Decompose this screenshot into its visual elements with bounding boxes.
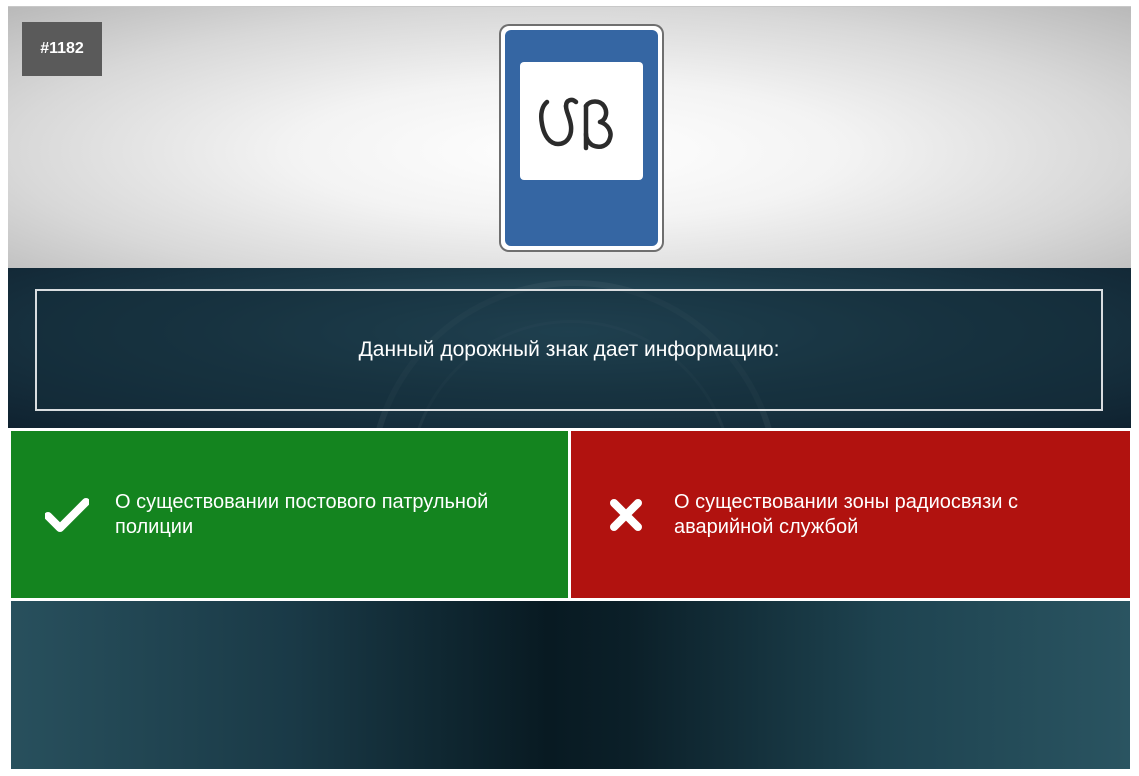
cross-icon [601, 490, 651, 540]
road-sign-blue-field [505, 30, 658, 246]
answer-option-1[interactable]: О существовании постового патрульной пол… [11, 431, 568, 598]
answer-option-2[interactable]: О существовании зоны радиосвязи с аварий… [571, 431, 1130, 598]
question-text: Данный дорожный знак дает информацию: [358, 338, 780, 361]
ticket-number: #1182 [40, 40, 84, 57]
answer-option-1-label: О существовании постового патрульной пол… [115, 490, 489, 538]
answer-option-2-label: О существовании зоны радиосвязи с аварий… [674, 490, 1019, 538]
bottom-panel [11, 601, 1130, 769]
quiz-frame: #1182 Данный дорожный знак дает информац… [8, 6, 1131, 772]
road-sign-image [501, 26, 662, 250]
question-box: Данный дорожный знак дает информацию: [35, 289, 1103, 411]
ticket-number-badge: #1182 [22, 22, 102, 76]
road-sign-glyph [538, 97, 613, 151]
road-sign-white-panel [520, 62, 643, 180]
sign-image-area: #1182 [8, 6, 1131, 269]
checkmark-icon [42, 490, 92, 540]
question-panel: Данный дорожный знак дает информацию: [8, 268, 1131, 428]
